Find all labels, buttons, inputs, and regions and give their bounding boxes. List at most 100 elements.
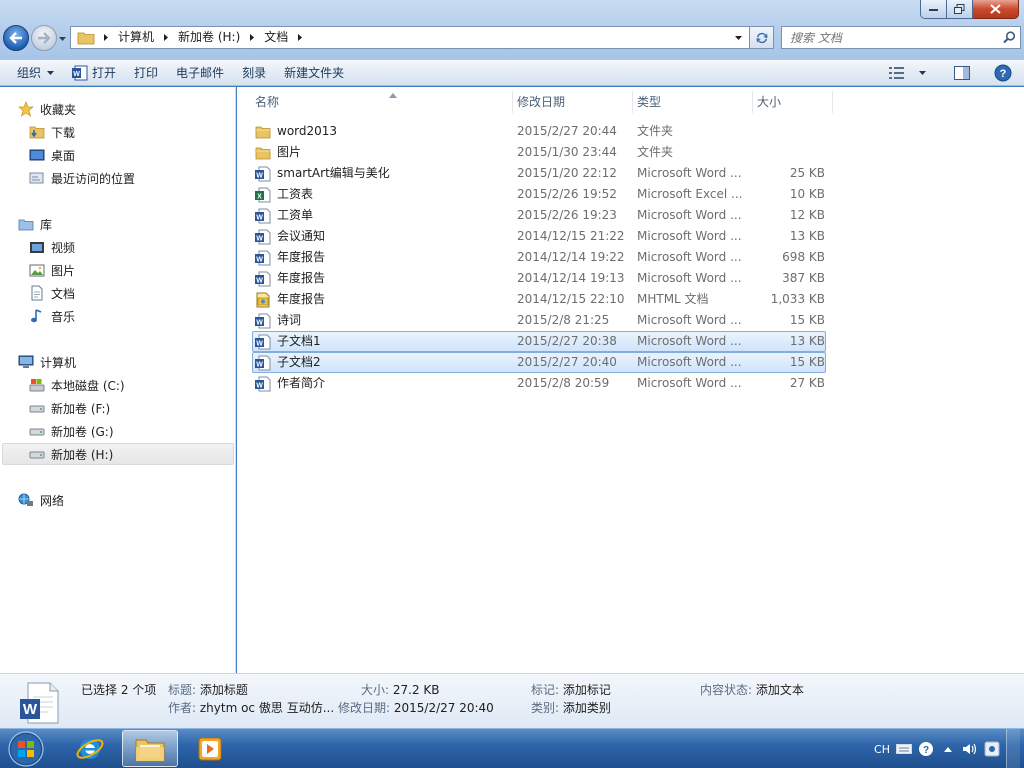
ime-icon[interactable] <box>984 741 1000 757</box>
selection-count: 已选择 2 个项 <box>81 683 157 697</box>
search-input[interactable] <box>782 28 998 47</box>
nav-drive-g[interactable]: 新加卷 (G:) <box>29 420 114 442</box>
file-row[interactable]: W 作者简介 2015/2/8 20:59 Microsoft Word ... 27 … <box>252 373 826 394</box>
help-icon[interactable]: ? <box>918 741 934 757</box>
nav-label: 本地磁盘 (C:) <box>51 378 125 393</box>
breadcrumb-separator[interactable] <box>245 27 259 48</box>
nav-label: 音乐 <box>51 309 76 324</box>
excel-file-icon: X <box>255 187 271 203</box>
close-button[interactable] <box>973 0 1019 19</box>
file-row[interactable]: 图片 2015/1/30 23:44 文件夹 <box>252 142 826 163</box>
email-button[interactable]: 电子邮件 <box>167 61 233 85</box>
nav-music[interactable]: 音乐 <box>29 305 75 327</box>
detail-category[interactable]: 类别: 添加类别 <box>531 699 611 716</box>
organize-label: 组织 <box>17 66 42 80</box>
show-desktop-button[interactable] <box>1006 729 1020 768</box>
refresh-button[interactable] <box>750 26 774 49</box>
nav-drive-h[interactable]: 新加卷 (H:) <box>2 443 234 465</box>
start-button[interactable] <box>4 729 48 768</box>
detail-tags[interactable]: 标记: 添加标记 <box>531 681 611 698</box>
detail-title[interactable]: 标题: 添加标题 <box>168 681 248 698</box>
column-type[interactable]: 类型 <box>633 91 753 113</box>
nav-favorites[interactable]: 收藏夹 <box>18 98 76 120</box>
file-row[interactable]: W 子文档1 2015/2/27 20:38 Microsoft Word ... 13… <box>252 331 826 352</box>
print-button[interactable]: 打印 <box>125 61 167 85</box>
organize-button[interactable]: 组织 <box>8 61 63 85</box>
forward-button[interactable] <box>31 25 57 51</box>
file-date: 2015/2/26 19:23 <box>517 208 617 222</box>
file-name: word2013 <box>277 124 338 138</box>
detail-content-status[interactable]: 内容状态: 添加文本 <box>700 681 804 698</box>
chevron-up-icon[interactable] <box>940 741 956 757</box>
nav-computer[interactable]: 计算机 <box>18 351 76 373</box>
svg-text:?: ? <box>1000 68 1007 80</box>
change-view-button[interactable] <box>885 62 909 84</box>
taskbar-ie[interactable] <box>62 730 118 767</box>
breadcrumb-documents[interactable]: 文档 <box>259 27 293 48</box>
file-row[interactable]: W 会议通知 2014/12/15 21:22 Microsoft Word ... 1… <box>252 226 826 247</box>
view-options-dropdown[interactable] <box>915 62 930 84</box>
breadcrumb-separator[interactable] <box>159 27 173 48</box>
file-row[interactable]: WsmartArt编辑与美化 2015/1/20 22:12 Microsoft W… <box>252 163 826 184</box>
taskbar-media-player[interactable] <box>182 730 238 767</box>
help-button[interactable]: ? <box>990 62 1016 84</box>
file-size: 25 KB <box>789 166 825 180</box>
file-size: 1,033 KB <box>770 292 825 306</box>
nav-desktop[interactable]: 桌面 <box>29 144 75 166</box>
detail-authors[interactable]: 作者: zhytm oc 傲思 互动仿... <box>168 699 334 716</box>
breadcrumb-drive-h[interactable]: 新加卷 (H:) <box>173 27 245 48</box>
file-row[interactable]: W 年度报告 2014/12/14 19:22 Microsoft Word ... 6… <box>252 247 826 268</box>
restore-button[interactable] <box>947 0 973 19</box>
file-size: 698 KB <box>782 250 825 264</box>
file-name: 工资单 <box>277 208 314 222</box>
folder-icon <box>255 145 271 161</box>
nav-libraries[interactable]: 库 <box>18 213 52 235</box>
svg-text:W: W <box>256 256 263 263</box>
open-button[interactable]: W 打开 <box>63 61 125 85</box>
file-row[interactable]: W 年度报告 2014/12/14 19:13 Microsoft Word ... 3… <box>252 268 826 289</box>
file-row[interactable]: word2013 2015/2/27 20:44 文件夹 <box>252 121 826 142</box>
minimize-button[interactable] <box>920 0 947 19</box>
nav-pictures[interactable]: 图片 <box>29 259 75 281</box>
address-dropdown[interactable] <box>730 28 746 47</box>
burn-button[interactable]: 刻录 <box>233 61 275 85</box>
volume-icon[interactable] <box>962 741 978 757</box>
file-name: 图片 <box>277 145 302 159</box>
file-type: Microsoft Word ... <box>637 376 742 390</box>
breadcrumb-separator[interactable] <box>99 27 113 48</box>
language-indicator[interactable]: CH <box>874 743 890 756</box>
breadcrumb-computer[interactable]: 计算机 <box>113 27 159 48</box>
preview-pane-button[interactable] <box>950 62 974 84</box>
keyboard-icon[interactable] <box>896 741 912 757</box>
command-bar: 组织 W 打开 打印 电子邮件 刻录 新建文件夹 ? <box>0 60 1024 86</box>
word-file-icon: W <box>255 334 271 350</box>
svg-text:W: W <box>256 235 263 242</box>
breadcrumb-separator[interactable] <box>293 27 307 48</box>
nav-downloads[interactable]: 下载 <box>29 121 75 143</box>
taskbar-explorer[interactable] <box>122 730 178 767</box>
file-row[interactable]: W 诗词 2015/2/8 21:25 Microsoft Word ... 15 KB <box>252 310 826 331</box>
history-dropdown[interactable] <box>58 34 67 43</box>
new-folder-button[interactable]: 新建文件夹 <box>275 61 353 85</box>
search-button[interactable] <box>998 27 1020 48</box>
nav-recent-places[interactable]: 最近访问的位置 <box>29 167 135 189</box>
column-date[interactable]: 修改日期 <box>513 91 633 113</box>
nav-network[interactable]: 网络 <box>18 489 64 511</box>
file-row[interactable]: W 子文档2 2015/2/27 20:40 Microsoft Word ... 15… <box>252 352 826 373</box>
file-row[interactable]: X 工资表 2015/2/26 19:52 Microsoft Excel ... 10… <box>252 184 826 205</box>
file-row[interactable]: W 工资单 2015/2/26 19:23 Microsoft Word ... 12 … <box>252 205 826 226</box>
file-row[interactable]: 年度报告 2014/12/15 22:10 MHTML 文档 1,033 KB <box>252 289 826 310</box>
refresh-icon <box>756 32 767 43</box>
nav-label: 网络 <box>40 493 65 508</box>
address-bar[interactable]: 计算机 新加卷 (H:) 文档 <box>70 26 750 49</box>
column-name[interactable]: 名称 <box>251 91 513 113</box>
file-size: 10 KB <box>789 187 825 201</box>
column-size[interactable]: 大小 <box>753 91 833 113</box>
file-name: 年度报告 <box>277 250 326 264</box>
nav-videos[interactable]: 视频 <box>29 236 75 258</box>
nav-documents[interactable]: 文档 <box>29 282 75 304</box>
svg-text:W: W <box>256 277 263 284</box>
nav-drive-c[interactable]: 本地磁盘 (C:) <box>29 374 125 396</box>
nav-drive-f[interactable]: 新加卷 (F:) <box>29 397 110 419</box>
back-button[interactable] <box>3 25 29 51</box>
